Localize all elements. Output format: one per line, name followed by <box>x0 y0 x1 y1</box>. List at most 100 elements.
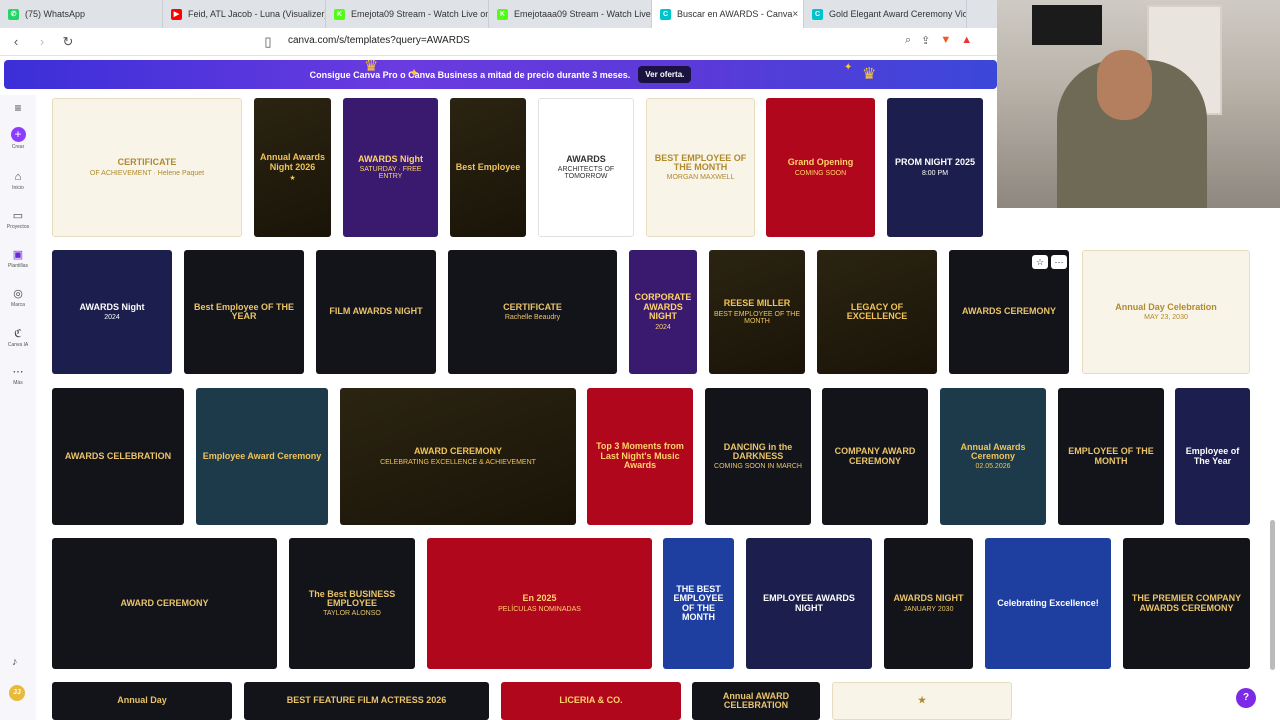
template-card[interactable]: THE PREMIER COMPANY AWARDS CEREMONY <box>1123 538 1250 669</box>
template-title: AWARD CEREMONY <box>413 446 502 457</box>
promo-banner: ♛ ✦ Consigue Canva Pro o Canva Business … <box>4 58 997 89</box>
template-card[interactable]: AWARD CEREMONY <box>52 538 277 669</box>
template-title: COMPANY AWARD CEREMONY <box>834 446 916 466</box>
template-card[interactable]: EMPLOYEE AWARDS NIGHT <box>746 538 872 669</box>
template-card[interactable]: Employee Award Ceremony <box>196 388 328 525</box>
template-card[interactable]: ★ <box>832 682 1012 720</box>
template-title: LICERIA & CO. <box>559 695 623 706</box>
bell-icon[interactable]: ♪ <box>12 656 18 668</box>
template-card[interactable]: CERTIFICATE Rachelle Beaudry <box>448 250 617 374</box>
template-card[interactable]: DANCING in the DARKNESS COMING SOON IN MA… <box>705 388 811 525</box>
tab-label: (75) WhatsApp <box>25 9 86 19</box>
template-card[interactable]: En 2025 PELÍCULAS NOMINADAS <box>427 538 652 669</box>
bookmark-icon[interactable]: ▯ <box>258 34 278 50</box>
template-title: En 2025 <box>522 593 557 604</box>
template-card[interactable]: FILM AWARDS NIGHT <box>316 250 436 374</box>
template-card[interactable]: Annual Awards Night 2026 ★ <box>254 98 331 237</box>
sidebar-item-canva-ia[interactable]: ℭ Canva IA <box>0 327 36 348</box>
address-bar-icons: ⌕ ⇪ ▼ ▲ <box>905 34 972 47</box>
template-card[interactable]: Best Employee OF THE YEAR <box>184 250 304 374</box>
help-button[interactable]: ? <box>1236 688 1256 708</box>
whatsapp-icon: ✆ <box>8 8 19 20</box>
avatar[interactable]: JJ <box>9 685 25 701</box>
template-card[interactable]: LICERIA & CO. <box>501 682 681 720</box>
template-card[interactable]: Annual AWARD CELEBRATION <box>692 682 820 720</box>
sidebar-item-inicio[interactable]: ⌂ Inicio <box>0 171 36 191</box>
sidebar-item-más[interactable]: ⋯ Más <box>0 365 36 386</box>
tab-label: Emejota09 Stream - Watch Live on K <box>351 9 489 19</box>
template-card[interactable]: Top 3 Moments from Last Night's Music Aw… <box>587 388 693 525</box>
template-card[interactable]: AWARDS Night 2024 <box>52 250 172 374</box>
template-subtitle: 8:00 PM <box>921 169 949 177</box>
template-card[interactable]: AWARDS CELEBRATION <box>52 388 184 525</box>
zoom-icon[interactable]: ⌕ <box>905 34 911 47</box>
template-card[interactable]: Best Employee <box>450 98 526 237</box>
close-tab-icon[interactable]: × <box>792 9 798 20</box>
template-title: Best Employee <box>455 161 521 172</box>
template-card[interactable]: REESE MILLER BEST EMPLOYEE OF THE MONTH <box>709 250 805 374</box>
sidebar-item-label: Crear <box>11 144 25 150</box>
template-card[interactable]: AWARDS Night SATURDAY · FREE ENTRY <box>343 98 438 237</box>
sidebar-item-crear[interactable]: + Crear <box>0 127 36 150</box>
template-title: CERTIFICATE <box>117 157 177 168</box>
template-card[interactable]: Annual Awards Ceremony 02.05.2026 <box>940 388 1046 525</box>
browser-tab[interactable]: K Emejotaaa09 Stream - Watch Live on <box>489 0 652 28</box>
template-card[interactable]: The Best BUSINESS EMPLOYEE TAYLOR ALONSO <box>289 538 415 669</box>
browser-tab[interactable]: K Emejota09 Stream - Watch Live on K <box>326 0 489 28</box>
template-card[interactable]: PROM NIGHT 2025 8:00 PM <box>887 98 983 237</box>
template-card[interactable]: AWARDS ARCHITECTS OF TOMORROW <box>538 98 634 237</box>
more-options-icon[interactable]: ⋯ <box>1051 255 1067 269</box>
template-title: BEST FEATURE FILM ACTRESS 2026 <box>286 695 447 706</box>
menu-icon[interactable]: ≡ <box>0 101 36 115</box>
template-card[interactable]: AWARD CEREMONY CELEBRATING EXCELLENCE & A… <box>340 388 576 525</box>
template-card[interactable]: Employee of The Year <box>1175 388 1250 525</box>
template-card[interactable]: EMPLOYEE OF THE MONTH <box>1058 388 1164 525</box>
sidebar-item-label: Inicio <box>12 185 24 191</box>
forward-icon[interactable]: › <box>32 34 52 49</box>
promo-offer-button[interactable]: Ver oferta. <box>638 66 692 83</box>
template-title: Annual AWARD CELEBRATION <box>722 690 790 710</box>
template-card[interactable]: AWARDS NIGHT JANUARY 2030 <box>884 538 973 669</box>
browser-tab[interactable]: ✆ (75) WhatsApp <box>0 0 163 28</box>
template-card[interactable]: Annual Day Celebration MAY 23, 2030 <box>1082 250 1250 374</box>
template-title: Celebrating Excellence! <box>997 597 1099 608</box>
template-card[interactable]: CERTIFICATE OF ACHIEVEMENT · Helene Paque… <box>52 98 242 237</box>
youtube-icon: ▶ <box>171 8 182 20</box>
back-icon[interactable]: ‹ <box>6 34 26 49</box>
sidebar-item-proyectos[interactable]: ▭ Proyectos <box>0 209 36 230</box>
template-title: Annual Day Celebration <box>1115 301 1217 312</box>
template-subtitle: OF ACHIEVEMENT · Helene Paquet <box>89 169 205 177</box>
template-card[interactable]: THE BEST EMPLOYEE OF THE MONTH <box>663 538 734 669</box>
brave-shield-icon[interactable]: ▼ <box>940 34 951 47</box>
template-title: AWARDS CEREMONY <box>961 306 1056 317</box>
template-subtitle: COMING SOON IN MARCH <box>714 463 802 471</box>
rewards-icon[interactable]: ▲ <box>961 34 972 47</box>
reload-icon[interactable]: ↻ <box>58 34 78 50</box>
sparkle-icon: ✦ <box>409 66 420 80</box>
template-title: REESE MILLER <box>723 298 791 309</box>
scrollbar[interactable] <box>1270 520 1275 670</box>
template-card[interactable]: Annual Day <box>52 682 232 720</box>
template-card[interactable]: CORPORATE AWARDS NIGHT 2024 <box>629 250 697 374</box>
template-card[interactable]: Celebrating Excellence! <box>985 538 1111 669</box>
template-card[interactable]: Grand Opening COMING SOON <box>766 98 875 237</box>
template-title: THE PREMIER COMPANY AWARDS CEREMONY <box>1131 593 1242 613</box>
sidebar-item-plantillas[interactable]: ▣ Plantillas <box>0 248 36 269</box>
browser-tab[interactable]: C Gold Elegant Award Ceremony Vide <box>804 0 967 28</box>
template-subtitle: JANUARY 2030 <box>903 605 954 613</box>
template-title: CORPORATE AWARDS NIGHT <box>634 292 692 322</box>
url-input[interactable]: canva.com/s/templates?query=AWARDS <box>288 35 470 46</box>
templates-icon: ▣ <box>12 249 24 261</box>
share-icon[interactable]: ⇪ <box>921 34 930 47</box>
browser-tab[interactable]: ▶ Feid, ATL Jacob - Luna (Visualizer) - Y <box>163 0 326 28</box>
template-card[interactable]: BEST FEATURE FILM ACTRESS 2026 <box>244 682 489 720</box>
browser-tab[interactable]: C Buscar en AWARDS - Canva × <box>652 0 804 28</box>
sidebar-item-marca[interactable]: ◎ Marca <box>0 287 36 308</box>
sidebar-item-label: Canva IA <box>7 342 29 348</box>
template-card[interactable]: LEGACY OF EXCELLENCE <box>817 250 937 374</box>
star-icon[interactable]: ☆ <box>1032 255 1048 269</box>
template-title: AWARD CEREMONY <box>120 597 209 608</box>
crown-icon: ♛ <box>364 58 379 75</box>
template-card[interactable]: BEST EMPLOYEE OF THE MONTH MORGAN MAXWELL <box>646 98 755 237</box>
template-card[interactable]: COMPANY AWARD CEREMONY <box>822 388 928 525</box>
